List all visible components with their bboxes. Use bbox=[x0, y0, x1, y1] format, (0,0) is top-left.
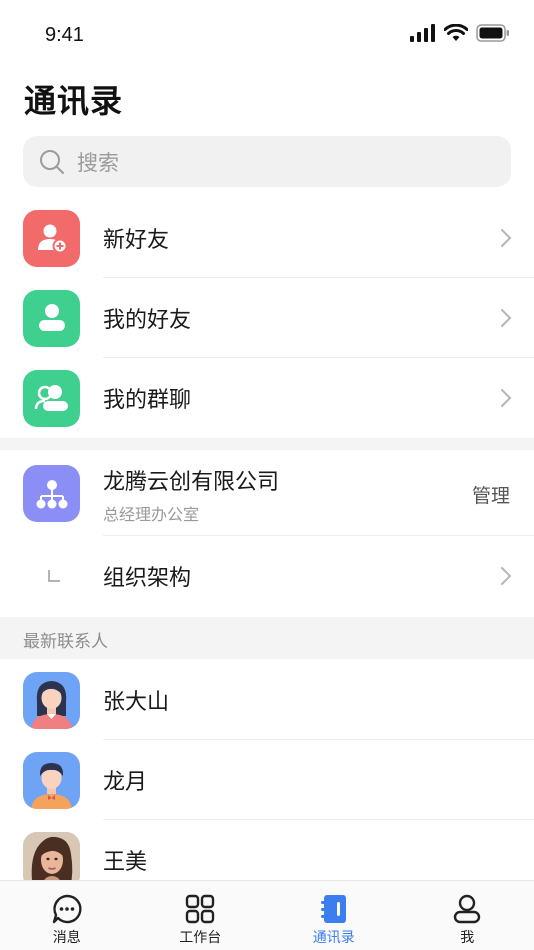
company-department: 总经理办公室 bbox=[103, 505, 200, 524]
status-time: 9:41 bbox=[45, 24, 84, 46]
status-bar: 9:41 bbox=[0, 0, 534, 64]
new-friends-item[interactable]: 新好友 bbox=[0, 198, 534, 278]
contact-item[interactable]: 张大山 bbox=[0, 660, 534, 740]
search-input[interactable]: 搜索 bbox=[23, 136, 511, 187]
profile-icon bbox=[454, 894, 481, 924]
tab-contacts[interactable]: 通讯录 bbox=[267, 881, 401, 950]
tab-workbench[interactable]: 工作台 bbox=[134, 881, 268, 950]
my-friends-item[interactable]: 我的好友 bbox=[0, 278, 534, 358]
status-icons bbox=[410, 24, 510, 42]
new-friends-label: 新好友 bbox=[103, 228, 170, 253]
tab-label: 我 bbox=[460, 930, 475, 946]
tree-branch-icon bbox=[48, 570, 60, 582]
contact-item[interactable]: 龙月 bbox=[0, 740, 534, 820]
chevron-right-icon bbox=[501, 567, 512, 585]
avatar bbox=[23, 751, 80, 809]
my-groups-item[interactable]: 我的群聊 bbox=[0, 358, 534, 438]
contacts-book-icon bbox=[320, 895, 346, 923]
tab-label: 工作台 bbox=[179, 930, 222, 946]
tab-messages[interactable]: 消息 bbox=[0, 881, 134, 950]
tab-me[interactable]: 我 bbox=[401, 881, 534, 950]
tab-label: 通讯录 bbox=[312, 930, 355, 946]
contact-name: 张大山 bbox=[103, 690, 170, 715]
org-chart-icon bbox=[23, 465, 80, 522]
grid-icon bbox=[186, 894, 215, 924]
tab-label: 消息 bbox=[52, 930, 81, 946]
search-icon bbox=[40, 149, 64, 174]
add-user-icon bbox=[23, 209, 80, 267]
chat-bubble-icon bbox=[52, 894, 82, 924]
recent-contacts-header: 最新联系人 bbox=[0, 617, 534, 659]
my-friends-label: 我的好友 bbox=[103, 308, 192, 333]
recent-contacts-title: 最新联系人 bbox=[23, 632, 108, 652]
manage-button[interactable]: 管理 bbox=[472, 481, 510, 508]
chevron-right-icon bbox=[501, 309, 512, 327]
battery-icon bbox=[476, 24, 509, 42]
my-groups-label: 我的群聊 bbox=[103, 388, 192, 413]
org-structure-item[interactable]: 组织架构 bbox=[0, 536, 534, 616]
contact-name: 王美 bbox=[103, 850, 148, 875]
user-icon bbox=[23, 289, 80, 347]
cellular-signal-icon bbox=[410, 24, 435, 42]
avatar bbox=[23, 671, 80, 729]
section-separator bbox=[0, 438, 534, 450]
chevron-right-icon bbox=[501, 389, 512, 407]
org-structure-label: 组织架构 bbox=[103, 566, 192, 591]
company-name: 龙腾云创有限公司 bbox=[103, 470, 280, 495]
contact-name: 龙月 bbox=[103, 770, 148, 795]
search-placeholder: 搜索 bbox=[77, 150, 119, 175]
tab-bar: 消息 工作台 通讯录 我 bbox=[0, 880, 534, 950]
group-icon bbox=[23, 369, 80, 427]
chevron-right-icon bbox=[501, 229, 512, 247]
wifi-icon bbox=[444, 24, 468, 41]
page-title: 通讯录 bbox=[24, 82, 124, 120]
